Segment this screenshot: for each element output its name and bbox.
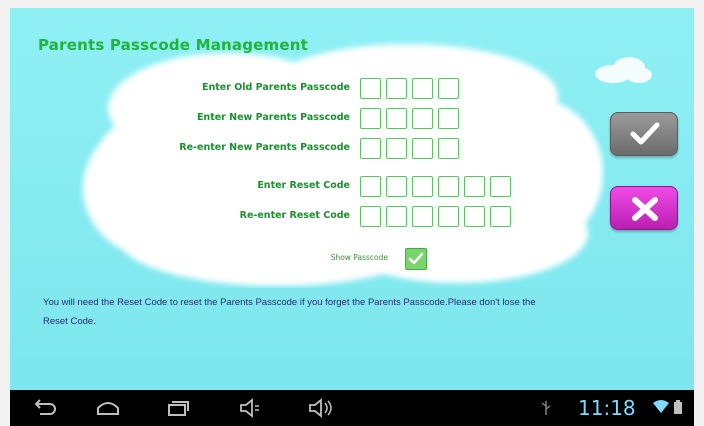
recent-apps-icon[interactable] bbox=[165, 398, 191, 418]
page-title: Parents Passcode Management bbox=[38, 36, 308, 54]
usb-icon bbox=[541, 401, 551, 415]
reset-digit-box[interactable] bbox=[412, 176, 433, 197]
reset-digit-box[interactable] bbox=[490, 176, 511, 197]
passcode-digit-box[interactable] bbox=[438, 108, 459, 129]
old-passcode-label: Enter Old Parents Passcode bbox=[201, 82, 350, 93]
status-clock: 11:18 bbox=[578, 396, 636, 420]
reset-digit-box[interactable] bbox=[464, 176, 485, 197]
reset-digit-box[interactable] bbox=[438, 176, 459, 197]
battery-icon bbox=[674, 400, 682, 414]
checkbox-check-icon bbox=[408, 252, 424, 265]
passcode-digit-box[interactable] bbox=[438, 138, 459, 159]
passcode-digit-box[interactable] bbox=[412, 78, 433, 99]
passcode-digit-box[interactable] bbox=[386, 78, 407, 99]
reset-digit-box[interactable] bbox=[464, 206, 485, 227]
checkmark-icon bbox=[630, 122, 660, 145]
passcode-digit-box[interactable] bbox=[386, 108, 407, 129]
reenter-reset-code-label: Re-enter Reset Code bbox=[239, 210, 350, 221]
reset-code-row: Enter Reset Code bbox=[10, 176, 694, 200]
reset-digit-box[interactable] bbox=[412, 206, 433, 227]
show-passcode-label: Show Passcode bbox=[330, 253, 388, 262]
reset-code-label: Enter Reset Code bbox=[257, 180, 350, 191]
old-passcode-input[interactable] bbox=[360, 78, 459, 99]
volume-up-icon[interactable] bbox=[307, 398, 337, 418]
reset-digit-box[interactable] bbox=[386, 206, 407, 227]
home-icon[interactable] bbox=[95, 398, 121, 418]
show-passcode-row: Show Passcode bbox=[10, 248, 694, 270]
cancel-button[interactable] bbox=[610, 186, 678, 230]
passcode-digit-box[interactable] bbox=[360, 138, 381, 159]
passcode-digit-box[interactable] bbox=[438, 78, 459, 99]
wifi-icon bbox=[653, 400, 669, 413]
passcode-screen: Parents Passcode Management Enter Old Pa… bbox=[10, 8, 694, 390]
passcode-digit-box[interactable] bbox=[412, 138, 433, 159]
volume-down-icon[interactable] bbox=[238, 398, 264, 418]
old-passcode-row: Enter Old Parents Passcode bbox=[10, 78, 694, 102]
reset-code-note: You will need the Reset Code to reset th… bbox=[43, 297, 536, 327]
new-passcode-row: Enter New Parents Passcode bbox=[10, 108, 694, 132]
reset-digit-box[interactable] bbox=[490, 206, 511, 227]
new-passcode-input[interactable] bbox=[360, 108, 459, 129]
close-x-icon bbox=[632, 197, 658, 221]
back-icon[interactable] bbox=[32, 398, 58, 418]
passcode-digit-box[interactable] bbox=[360, 108, 381, 129]
passcode-digit-box[interactable] bbox=[386, 138, 407, 159]
reset-digit-box[interactable] bbox=[360, 176, 381, 197]
reenter-passcode-input[interactable] bbox=[360, 138, 459, 159]
reenter-passcode-label: Re-enter New Parents Passcode bbox=[179, 142, 350, 153]
reset-code-input[interactable] bbox=[360, 176, 511, 197]
show-passcode-checkbox[interactable] bbox=[405, 248, 427, 270]
reset-digit-box[interactable] bbox=[360, 206, 381, 227]
reenter-passcode-row: Re-enter New Parents Passcode bbox=[10, 138, 694, 162]
reset-digit-box[interactable] bbox=[386, 176, 407, 197]
passcode-digit-box[interactable] bbox=[412, 108, 433, 129]
new-passcode-label: Enter New Parents Passcode bbox=[196, 112, 350, 123]
confirm-button[interactable] bbox=[610, 112, 678, 156]
android-navigation-bar: 11:18 bbox=[10, 390, 694, 426]
reenter-reset-code-input[interactable] bbox=[360, 206, 511, 227]
reset-digit-box[interactable] bbox=[438, 206, 459, 227]
passcode-digit-box[interactable] bbox=[360, 78, 381, 99]
reenter-reset-code-row: Re-enter Reset Code bbox=[10, 206, 694, 230]
